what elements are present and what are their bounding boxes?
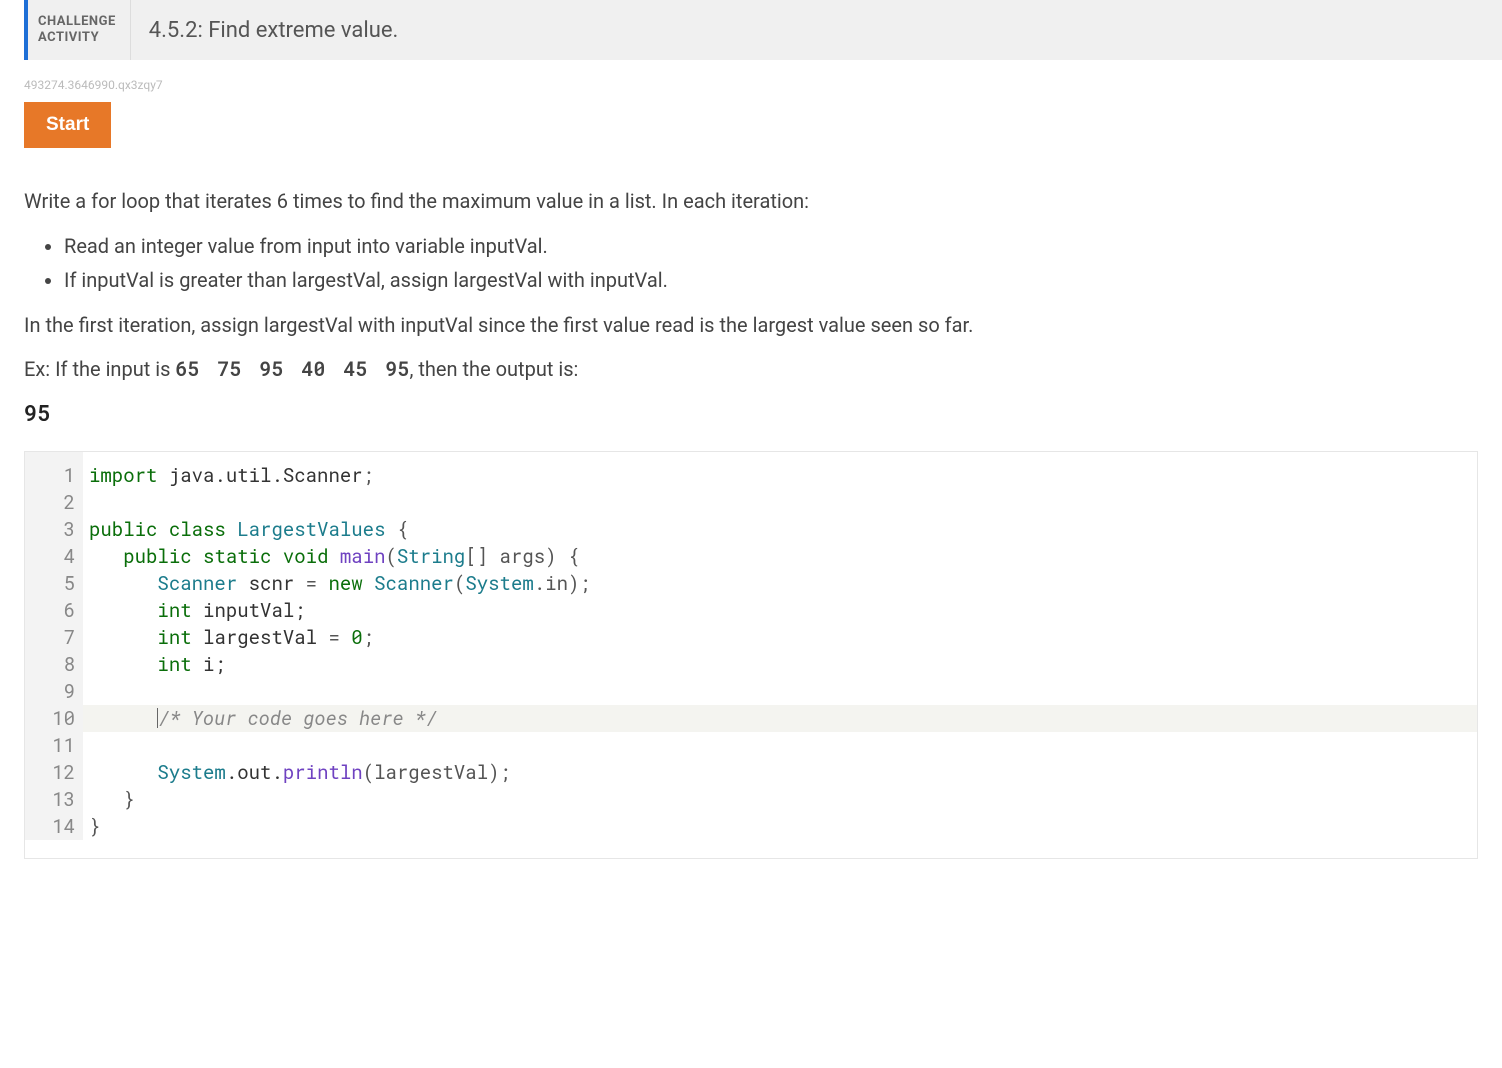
instructions-bullet: Read an integer value from input into va… — [64, 230, 1478, 262]
example-output: 95 — [24, 398, 1478, 427]
code-line[interactable]: 8 int i; — [25, 651, 1477, 678]
code-text[interactable]: System.out.println(largestVal); — [83, 759, 1477, 786]
line-number: 6 — [25, 597, 83, 624]
code-line[interactable]: 3public class LargestValues { — [25, 516, 1477, 543]
code-line[interactable]: 10 /* Your code goes here */ — [25, 705, 1477, 732]
header-title: 4.5.2: Find extreme value. — [131, 0, 417, 60]
code-line[interactable]: 5 Scanner scnr = new Scanner(System.in); — [25, 570, 1477, 597]
example-input: 65 75 95 40 45 95 — [175, 356, 409, 382]
line-number: 10 — [25, 705, 83, 732]
line-number: 4 — [25, 543, 83, 570]
code-line[interactable]: 12 System.out.println(largestVal); — [25, 759, 1477, 786]
code-line[interactable]: 2 — [25, 489, 1477, 516]
line-number: 3 — [25, 516, 83, 543]
instructions-bullet: If inputVal is greater than largestVal, … — [64, 264, 1478, 296]
instructions-intro: Write a for loop that iterates 6 times t… — [24, 186, 1478, 216]
code-line[interactable]: 4 public static void main(String[] args)… — [25, 543, 1477, 570]
activity-id: 493274.3646990.qx3zqy7 — [24, 78, 1478, 92]
code-text[interactable]: import java.util.Scanner; — [83, 452, 1477, 489]
code-text[interactable]: public static void main(String[] args) { — [83, 543, 1477, 570]
code-line[interactable]: 7 int largestVal = 0; — [25, 624, 1477, 651]
instructions-example: Ex: If the input is 65 75 95 40 45 95, t… — [24, 354, 1478, 384]
start-button[interactable]: Start — [24, 102, 111, 148]
code-line[interactable]: 13 } — [25, 786, 1477, 813]
line-number: 14 — [25, 813, 83, 840]
code-text[interactable]: /* Your code goes here */ — [83, 705, 1477, 732]
code-text[interactable]: } — [83, 813, 1477, 840]
line-number: 2 — [25, 489, 83, 516]
line-number: 11 — [25, 732, 83, 759]
code-text[interactable] — [83, 678, 1477, 705]
code-text[interactable]: public class LargestValues { — [83, 516, 1477, 543]
code-text[interactable] — [83, 732, 1477, 759]
code-editor[interactable]: 1import java.util.Scanner;23public class… — [24, 451, 1478, 859]
code-text[interactable]: int i; — [83, 651, 1477, 678]
challenge-header: CHALLENGE ACTIVITY 4.5.2: Find extreme v… — [24, 0, 1502, 60]
code-text[interactable] — [83, 489, 1477, 516]
code-text[interactable]: int inputVal; — [83, 597, 1477, 624]
code-line[interactable]: 14} — [25, 813, 1477, 840]
instructions: Write a for loop that iterates 6 times t… — [24, 186, 1478, 427]
line-number: 7 — [25, 624, 83, 651]
line-number: 9 — [25, 678, 83, 705]
code-line[interactable]: 6 int inputVal; — [25, 597, 1477, 624]
line-number: 5 — [25, 570, 83, 597]
code-text[interactable]: Scanner scnr = new Scanner(System.in); — [83, 570, 1477, 597]
instructions-list: Read an integer value from input into va… — [64, 230, 1478, 296]
line-number: 8 — [25, 651, 83, 678]
line-number: 1 — [25, 452, 83, 489]
line-number: 13 — [25, 786, 83, 813]
code-line[interactable]: 1import java.util.Scanner; — [25, 452, 1477, 489]
code-text[interactable]: int largestVal = 0; — [83, 624, 1477, 651]
line-number: 12 — [25, 759, 83, 786]
code-text[interactable]: } — [83, 786, 1477, 813]
header-label: CHALLENGE ACTIVITY — [28, 0, 131, 60]
code-line[interactable]: 9 — [25, 678, 1477, 705]
code-line[interactable]: 11 — [25, 732, 1477, 759]
instructions-after: In the first iteration, assign largestVa… — [24, 310, 1478, 340]
